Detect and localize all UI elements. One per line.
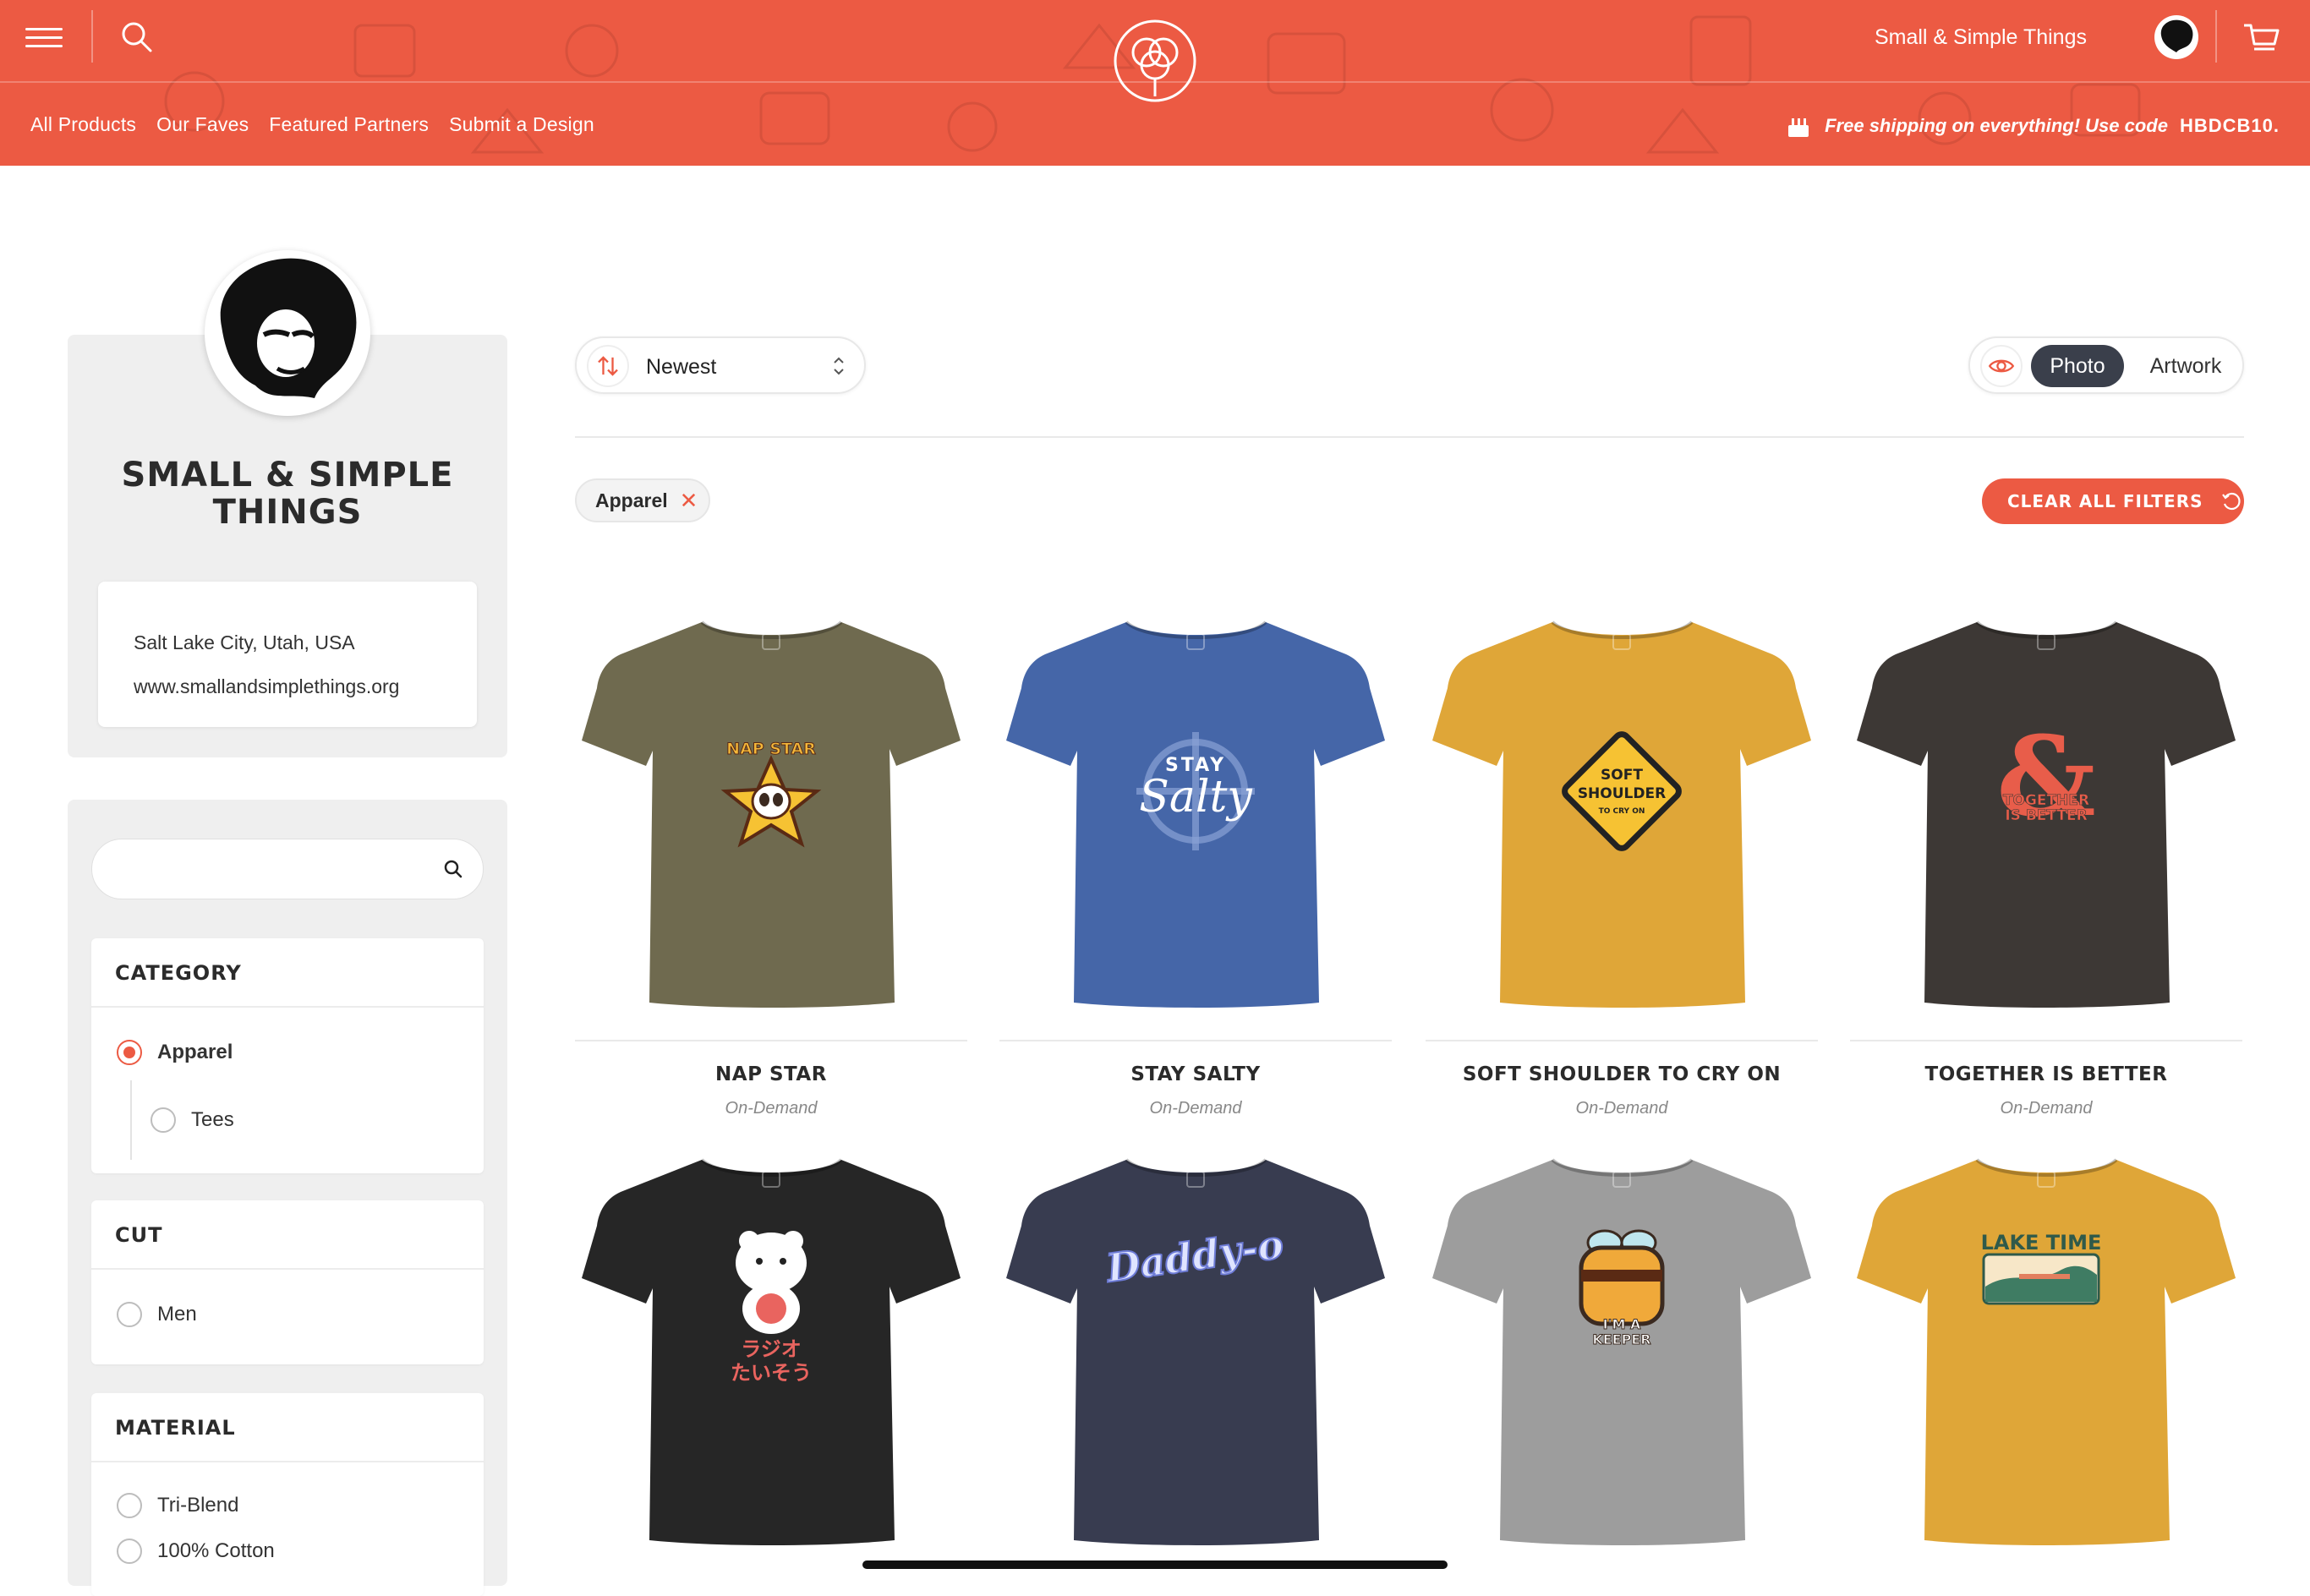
sort-select[interactable]: Newest (575, 336, 866, 394)
cut-option-men[interactable]: Men (117, 1302, 197, 1327)
home-indicator (862, 1560, 1448, 1569)
user-avatar[interactable] (2154, 15, 2198, 59)
sort-label: Newest (646, 355, 717, 379)
art-text: Salty (1139, 772, 1252, 823)
profile-website[interactable]: www.smallandsimplethings.org (134, 664, 441, 708)
product-title[interactable]: SOFT SHOULDER TO CRY ON (1426, 1063, 1818, 1085)
card-divider (999, 1040, 1392, 1041)
option-label: 100% Cotton (157, 1539, 275, 1562)
category-filter: CATEGORY Apparel Tees (91, 938, 484, 1173)
search-icon[interactable] (442, 858, 464, 880)
profile-location: Salt Lake City, Utah, USA (134, 631, 355, 653)
category-option-tees[interactable]: Tees (151, 1107, 234, 1133)
chip-label: Apparel (595, 489, 668, 511)
cart-icon[interactable] (2241, 20, 2281, 56)
cake-icon (1788, 118, 1809, 137)
product-subtitle: On-Demand (2000, 1099, 2093, 1118)
sort-icon (587, 345, 629, 387)
reset-icon (2221, 492, 2241, 511)
main-nav: All Products Our Faves Featured Partners… (30, 113, 594, 136)
art-text: I'M A (1603, 1316, 1641, 1332)
tshirt-image[interactable]: NAP STAR (575, 583, 967, 1031)
category-option-apparel[interactable]: Apparel (117, 1040, 233, 1065)
art-text: LAKE TIME (1981, 1231, 2102, 1254)
product-subtitle: On-Demand (725, 1099, 818, 1118)
cut-title: CUT (91, 1200, 484, 1270)
nav-submit-design[interactable]: Submit a Design (449, 113, 594, 136)
header-separator (91, 10, 93, 63)
filters-panel: CATEGORY Apparel Tees CUT Men MATERIAL T… (68, 800, 507, 1596)
card-divider (575, 1040, 967, 1041)
art-text: TOGETHER (2003, 792, 2089, 809)
art-text: IS BETTER (2005, 807, 2087, 824)
clear-all-filters-button[interactable]: CLEAR ALL FILTERS (1982, 478, 2244, 524)
material-title: MATERIAL (91, 1393, 484, 1462)
product-subtitle: On-Demand (1149, 1099, 1242, 1118)
tshirt-image[interactable]: ラジオ たいそう (575, 1121, 967, 1569)
art-text: KEEPER (1592, 1331, 1650, 1347)
nav-featured-partners[interactable]: Featured Partners (269, 113, 429, 136)
tshirt-image[interactable]: STAY Salty (999, 583, 1392, 1031)
radio[interactable] (117, 1493, 142, 1518)
product-subtitle: On-Demand (1575, 1099, 1668, 1118)
tshirt-image[interactable]: LAKE TIME (1850, 1121, 2242, 1569)
user-name[interactable]: Small & Simple Things (1875, 25, 2087, 50)
together-art: & TOGETHER IS BETTER (1996, 712, 2095, 841)
view-toggle: Photo Artwork (1968, 336, 2244, 394)
eye-icon (1980, 345, 2023, 387)
bear-art: ラジオ たいそう (731, 1231, 812, 1385)
cut-filter: CUT Men (91, 1200, 484, 1364)
promo-code: HBDCB10. (2179, 115, 2280, 136)
filter-search-input[interactable] (91, 839, 484, 899)
promo-text: Free shipping on everything! Use code (1825, 115, 2168, 136)
material-option-triblend[interactable]: Tri-Blend (117, 1493, 238, 1518)
promo-banner: Free shipping on everything! Use code HB… (1784, 112, 2280, 140)
card-divider (1850, 1040, 2242, 1041)
tshirt-image[interactable]: I'M A KEEPER (1426, 1121, 1818, 1569)
view-photo-button[interactable]: Photo (2031, 345, 2124, 387)
nav-all-products[interactable]: All Products (30, 113, 136, 136)
lake-time-art: LAKE TIME (1981, 1231, 2102, 1305)
profile-name: SMALL & SIMPLE THINGS (121, 456, 454, 532)
active-filter-chip: Apparel ✕ (575, 478, 710, 522)
radio[interactable] (151, 1107, 176, 1133)
search-icon[interactable] (118, 19, 156, 56)
site-header: Small & Simple Things All Products Our F… (0, 0, 2310, 166)
view-artwork-button[interactable]: Artwork (2139, 345, 2232, 387)
chevron-updown-icon (834, 357, 844, 375)
menu-icon[interactable] (25, 22, 63, 52)
radio[interactable] (117, 1302, 142, 1327)
material-option-cotton[interactable]: 100% Cotton (117, 1539, 275, 1564)
category-title: CATEGORY (91, 938, 484, 1008)
radio-selected[interactable] (117, 1040, 142, 1065)
tshirt-image[interactable]: SOFT SHOULDER TO CRY ON (1426, 583, 1818, 1031)
logo-icon[interactable] (1113, 19, 1197, 103)
option-label: Tri-Blend (157, 1494, 239, 1517)
clear-all-label: CLEAR ALL FILTERS (2007, 491, 2203, 511)
option-label: Apparel (157, 1041, 233, 1063)
art-text: TO CRY ON (1599, 807, 1645, 816)
tshirt-image[interactable]: & TOGETHER IS BETTER (1850, 583, 2242, 1031)
remove-filter-icon[interactable]: ✕ (680, 488, 698, 514)
art-text: ラジオ (741, 1337, 802, 1361)
product-title[interactable]: TOGETHER IS BETTER (1850, 1063, 2242, 1085)
card-divider (1426, 1040, 1818, 1041)
art-text: SOFT (1601, 767, 1643, 784)
profile-info: Salt Lake City, Utah, USA www.smallandsi… (98, 582, 477, 727)
option-label: Men (157, 1303, 197, 1325)
tree-line (130, 1080, 132, 1160)
tshirt-image[interactable]: Daddy-o (999, 1121, 1392, 1569)
header-separator (2215, 10, 2217, 63)
radio[interactable] (117, 1539, 142, 1564)
material-filter: MATERIAL Tri-Blend 100% Cotton (91, 1393, 484, 1596)
toolbar-divider (575, 436, 2244, 438)
art-text: SHOULDER (1578, 785, 1666, 802)
option-label: Tees (191, 1108, 234, 1131)
product-title[interactable]: STAY SALTY (999, 1063, 1392, 1085)
art-text: たいそう (731, 1361, 812, 1385)
product-title[interactable]: NAP STAR (575, 1063, 967, 1085)
nav-our-faves[interactable]: Our Faves (156, 113, 249, 136)
profile-avatar (205, 250, 370, 416)
